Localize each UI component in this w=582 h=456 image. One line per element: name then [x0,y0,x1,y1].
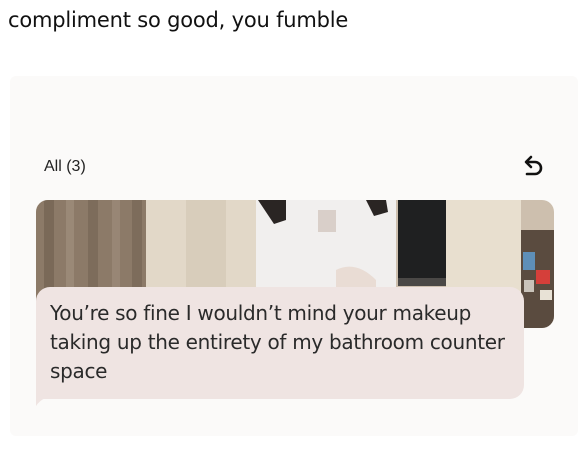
undo-arrow-icon [524,155,543,176]
message-bubble-tail [36,392,46,406]
undo-button[interactable] [518,152,546,180]
filter-all-label[interactable]: All (3) [44,158,86,176]
compliment-message: You’re so fine I wouldn’t mind your make… [36,287,524,399]
tweet-text: compliment so good, you fumble [8,8,349,32]
